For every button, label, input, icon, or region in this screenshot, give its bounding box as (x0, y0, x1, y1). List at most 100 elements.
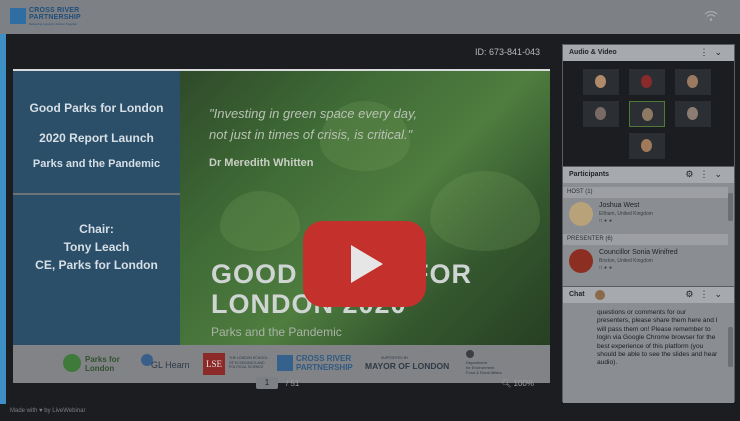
participant-face (687, 75, 698, 88)
page-number-input[interactable]: 1 (256, 377, 278, 389)
crp-logo-line1: CROSS RIVER (296, 354, 352, 363)
leaf-shape (220, 191, 300, 251)
participant-row-presenter[interactable]: Councillor Sonia Winifred Brixton, Unite… (567, 247, 727, 277)
chair-label: Chair: (79, 222, 114, 236)
host-section-label: HOST (1) (563, 187, 728, 198)
wifi-icon[interactable] (704, 10, 718, 22)
slide-big-subtitle: Parks and the Pandemic (211, 325, 342, 339)
slide-title-line3: Parks and the Pandemic (32, 158, 161, 170)
zoom-icon: 🔍︎ (501, 379, 512, 388)
logo-tagline: Delivering London's Future Together (29, 22, 78, 26)
chair-name: Tony Leach (63, 240, 130, 254)
slide-chair-panel: Chair: Tony Leach CE, Parks for London (13, 195, 180, 345)
audio-video-panel: Audio & Video ⋮⌄ (562, 44, 735, 166)
defra-crest-icon (466, 350, 474, 358)
logo-mark-icon (10, 8, 26, 24)
slide-quote: "Investing in green space every day, not… (209, 103, 549, 145)
participant-face (641, 75, 652, 88)
more-options-icon[interactable]: ⋮ (699, 289, 714, 299)
audio-video-title: Audio & Video (569, 49, 617, 56)
gl-hearn-logo-text: GL Hearn (151, 360, 190, 370)
presentation-area: ID: 673-841-043 Good Parks for London 20… (6, 34, 554, 404)
video-tile[interactable] (629, 69, 665, 95)
crp-logo-line2: PARTNERSHIP (296, 363, 353, 372)
cross-river-logo: CROSS RIVER PARTNERSHIP Delivering Londo… (10, 6, 81, 28)
chat-panel: Chat ⚙⋮⌄ questions or comments for our p… (562, 286, 735, 403)
top-bar: CROSS RIVER PARTNERSHIP Delivering Londo… (0, 0, 740, 34)
app-window: CROSS RIVER PARTNERSHIP Delivering Londo… (0, 0, 740, 421)
play-triangle (351, 245, 383, 283)
participant-location: Brixton, United Kingdom (599, 258, 653, 264)
chair-role: CE, Parks for London (35, 258, 158, 272)
participants-title: Participants (569, 171, 610, 178)
zoom-control[interactable]: 🔍︎ 100% (501, 379, 534, 388)
youtube-play-icon[interactable] (303, 221, 426, 307)
participant-face (595, 107, 606, 120)
zoom-level: 100% (513, 379, 534, 388)
parks-for-london-logo-text: Parks for London (85, 355, 120, 373)
chevron-down-icon[interactable]: ⌄ (714, 289, 728, 299)
participant-face (641, 139, 652, 152)
mayor-of-london-logo: MAYOR OF LONDON (365, 361, 450, 371)
chevron-down-icon[interactable]: ⌄ (714, 47, 728, 57)
participants-header: Participants ⚙⋮⌄ (563, 167, 734, 183)
participants-controls: ⚙⋮⌄ (685, 169, 728, 180)
participants-scrollbar[interactable] (728, 193, 733, 221)
chat-scrollbar[interactable] (728, 327, 733, 367)
footer: Made with ♥ by LiveWebinar (0, 404, 740, 421)
video-tile[interactable] (675, 69, 711, 95)
participant-location: Eltham, United Kingdom (599, 211, 653, 217)
meeting-id: ID: 673-841-043 (474, 47, 540, 57)
chat-avatar (595, 290, 605, 300)
participant-device-icons: □●● (599, 218, 615, 224)
audio-video-controls: ⋮⌄ (699, 47, 728, 58)
leaf-shape (430, 171, 540, 251)
participants-panel: Participants ⚙⋮⌄ HOST (1) Joshua West El… (562, 166, 735, 286)
slide-title-line1: Good Parks for London (29, 101, 164, 115)
footer-text: Made with ♥ by LiveWebinar (10, 408, 86, 414)
participants-list: HOST (1) Joshua West Eltham, United King… (563, 183, 734, 286)
quote-line2: not just in times of crisis, is critical… (209, 127, 413, 142)
lse-logo-caption: THE LONDON SCHOOL OF ECONOMICS AND POLIT… (229, 356, 268, 369)
participant-face (687, 107, 698, 120)
slide-pager: 1 / 51 🔍︎ 100% (6, 374, 554, 394)
chat-title: Chat (569, 291, 585, 298)
avatar (569, 249, 593, 273)
participant-name: Councillor Sonia Winifred (599, 249, 678, 256)
slide-title-line2: 2020 Report Launch (39, 131, 154, 145)
quote-line1: "Investing in green space every day, (209, 106, 418, 121)
lse-logo-icon: LSE (203, 353, 225, 375)
crp-logo-icon (277, 355, 293, 371)
slide-title-panel: Good Parks for London 2020 Report Launch… (13, 71, 180, 193)
gear-icon[interactable]: ⚙ (685, 289, 699, 299)
video-tile[interactable] (675, 101, 711, 127)
chat-controls: ⚙⋮⌄ (685, 289, 728, 300)
more-options-icon[interactable]: ⋮ (699, 169, 714, 179)
logo-line2: PARTNERSHIP (29, 14, 81, 21)
chat-header: Chat ⚙⋮⌄ (563, 287, 734, 303)
video-tile[interactable] (629, 133, 665, 159)
slide: Good Parks for London 2020 Report Launch… (13, 69, 550, 383)
parks-for-london-logo-icon (63, 354, 81, 372)
participant-face (595, 75, 606, 88)
video-grid (563, 61, 734, 166)
avatar (569, 202, 593, 226)
video-tile[interactable] (583, 69, 619, 95)
logo-line1: CROSS RIVER (29, 7, 80, 14)
page-total: / 51 (286, 379, 300, 388)
presenter-section-label: PRESENTER (6) (563, 234, 728, 245)
chat-messages: questions or comments for our presenters… (563, 303, 734, 403)
defra-logo-text: Department for Environment Food & Rural … (466, 360, 502, 375)
more-options-icon[interactable]: ⋮ (699, 47, 714, 57)
audio-video-header: Audio & Video ⋮⌄ (563, 45, 734, 61)
video-tile-active[interactable] (629, 101, 665, 127)
chat-message: questions or comments for our presenters… (597, 309, 718, 367)
chevron-down-icon[interactable]: ⌄ (714, 169, 728, 179)
participant-name: Joshua West (599, 202, 640, 209)
participant-row-host[interactable]: Joshua West Eltham, United Kingdom □●● (567, 200, 727, 230)
gear-icon[interactable]: ⚙ (685, 169, 699, 179)
participant-face (642, 108, 653, 121)
video-tile[interactable] (583, 101, 619, 127)
quote-author: Dr Meredith Whitten (209, 157, 314, 169)
participant-device-icons: □●● (599, 265, 615, 271)
